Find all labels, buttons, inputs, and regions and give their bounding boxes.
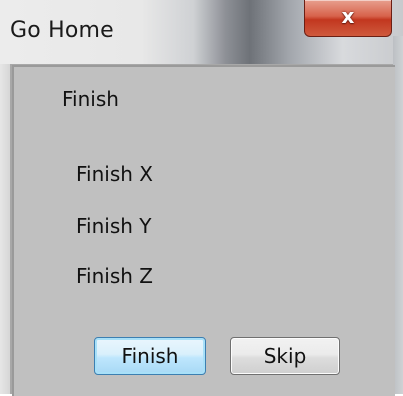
skip-button[interactable]: Skip [230,337,340,375]
close-icon: x [341,4,355,28]
dialog-window: Go Home x Finish Finish X Finish Y Finis… [0,0,403,396]
finish-z-label: Finish Z [76,264,153,288]
title-bar[interactable]: Go Home x [0,0,403,64]
finish-y-label: Finish Y [76,214,152,238]
finish-x-label: Finish X [76,162,153,186]
dialog-heading: Finish [62,87,119,111]
close-button[interactable]: x [304,0,392,37]
window-title: Go Home [10,18,114,43]
window-frame-left [0,64,10,394]
client-area: Finish Finish X Finish Y Finish Z Finish… [12,65,395,396]
finish-button[interactable]: Finish [94,337,206,375]
